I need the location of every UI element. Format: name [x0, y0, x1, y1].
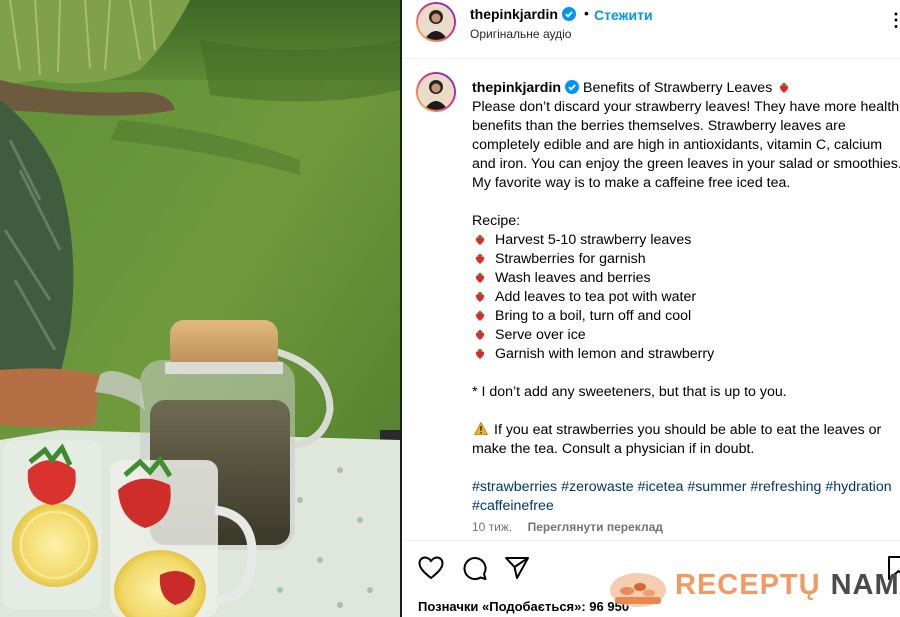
comment-icon[interactable] [462, 556, 488, 580]
original-audio-link[interactable]: Оригінальне аудіо [470, 27, 571, 41]
watermark-text-dark: NAMAI [830, 569, 900, 601]
post-photo[interactable] [0, 0, 400, 617]
post-header: thepinkjardin • Стежити Оригінальне ауді… [402, 0, 900, 59]
hashtag-link[interactable]: #zerowaste [561, 479, 634, 495]
post-caption: thepinkjardin Benefits of Strawberry Lea… [472, 79, 900, 516]
strawberry-icon [475, 310, 485, 321]
author-avatar[interactable] [416, 2, 456, 42]
more-icon[interactable]: ⋮ [887, 10, 900, 31]
post-timestamp[interactable]: 10 тиж. [472, 520, 512, 534]
separator-dot: • [584, 5, 589, 21]
strawberry-icon [780, 82, 789, 93]
caption-title: Benefits of Strawberry Leaves [583, 80, 773, 96]
strawberry-icon [475, 234, 485, 245]
post-sidebar: thepinkjardin • Стежити Оригінальне ауді… [402, 0, 900, 617]
hashtag-link[interactable]: #refreshing [750, 479, 821, 495]
strawberry-icon [475, 329, 485, 340]
watermark-text: RECEPTŲ [675, 569, 821, 601]
list-item: Bring to a boil, turn off and cool [472, 307, 900, 326]
strawberry-icon [475, 253, 485, 264]
likes-count[interactable]: Позначки «Подобається»: 96 950 [418, 599, 629, 614]
hashtag-link[interactable]: #hydration [825, 479, 891, 495]
warning-icon [474, 422, 488, 435]
hashtag-link[interactable]: #summer [687, 479, 746, 495]
share-icon[interactable] [504, 556, 530, 580]
list-item: Garnish with lemon and strawberry [472, 345, 900, 364]
list-item: Add leaves to tea pot with water [472, 288, 900, 307]
caption-author-avatar[interactable] [416, 72, 456, 112]
follow-button[interactable]: Стежити [594, 7, 653, 23]
see-translation-button[interactable]: Переглянути переклад [528, 520, 663, 534]
recipe-list: Harvest 5-10 strawberry leaves Strawberr… [472, 231, 900, 364]
hashtag-link[interactable]: #strawberries [472, 479, 557, 495]
caption-warning: If you eat strawberries you should be ab… [472, 422, 882, 457]
watermark-logo: RECEPTŲ NAMAI [607, 563, 900, 609]
strawberry-icon [475, 272, 485, 283]
verified-badge-icon [565, 80, 580, 94]
action-bar: Позначки «Подобається»: 96 950 RECEPTŲ NA… [402, 540, 900, 617]
list-item: Strawberries for garnish [472, 250, 900, 269]
author-username[interactable]: thepinkjardin [470, 6, 576, 22]
caption-username[interactable]: thepinkjardin [472, 80, 561, 96]
caption-note: * I don’t add any sweeteners, but that i… [472, 384, 787, 400]
list-item: Harvest 5-10 strawberry leaves [472, 231, 900, 250]
caption-intro: Please don’t discard your strawberry lea… [472, 99, 900, 191]
hashtag-list: #strawberries #zerowaste #icetea #summer… [472, 478, 900, 516]
hashtag-link[interactable]: #caffeinefree [472, 498, 554, 514]
strawberry-icon [475, 348, 485, 359]
caption-meta: 10 тиж. Переглянути переклад [472, 520, 663, 534]
recipe-label: Recipe: [472, 213, 521, 229]
heart-icon[interactable] [418, 556, 444, 580]
list-item: Wash leaves and berries [472, 269, 900, 288]
verified-badge-icon [561, 7, 576, 21]
strawberry-icon [475, 291, 485, 302]
hashtag-link[interactable]: #icetea [638, 479, 684, 495]
list-item: Serve over ice [472, 326, 900, 345]
